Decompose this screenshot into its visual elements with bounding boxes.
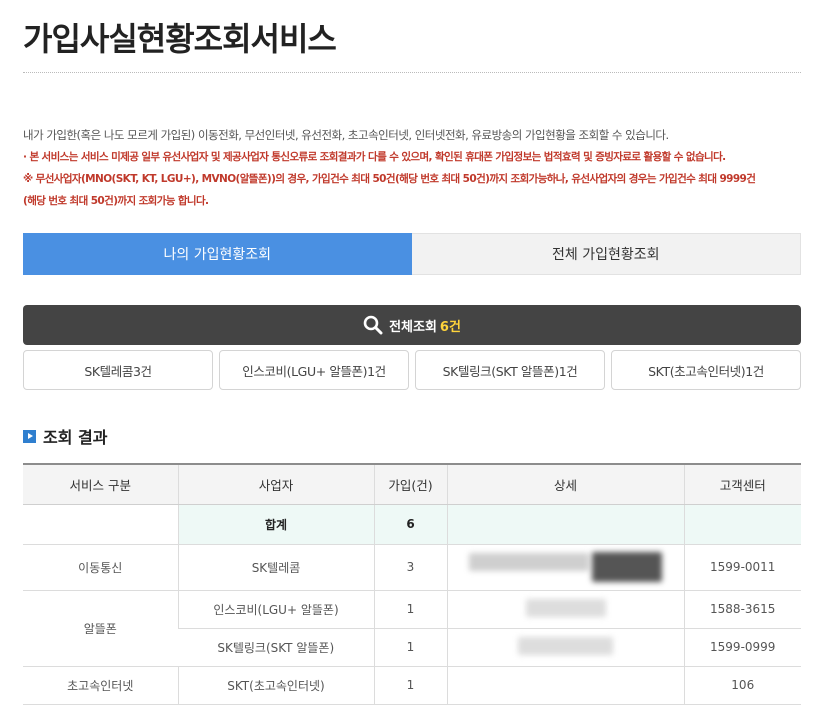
provider-filter-sktelink[interactable]: SK텔링크(SKT 알뜰폰)1건 xyxy=(415,350,605,390)
tab-my-subscriptions[interactable]: 나의 가입현황조회 xyxy=(23,233,412,275)
service-type-cell: 이동통신 xyxy=(23,544,178,591)
total-search-button[interactable]: 전체조회 6건 xyxy=(23,305,801,345)
customer-center-cell: 1599-0011 xyxy=(683,544,801,591)
col-provider: 사업자 xyxy=(177,463,374,505)
results-heading: 조회 결과 xyxy=(23,424,107,448)
count-cell: 3 xyxy=(373,544,447,591)
col-detail: 상세 xyxy=(446,463,684,505)
table-row: 초고속인터넷 SKT(초고속인터넷) 1 106 xyxy=(23,666,801,705)
intro-text: 내가 가입한(혹은 나도 모르게 가입된) 이동전화, 무선인터넷, 유선전화,… xyxy=(23,124,803,212)
detail-cell xyxy=(446,666,684,705)
notice-limit: ※ 무선사업자(MNO(SKT, KT, LGU+), MVNO(알뜰폰))의 … xyxy=(23,173,756,185)
sum-count: 6 xyxy=(373,504,447,545)
sum-label: 합계 xyxy=(177,504,374,545)
total-search-label: 전체조회 xyxy=(389,319,437,335)
col-customer-center: 고객센터 xyxy=(683,463,801,505)
redacted-detail xyxy=(525,598,606,617)
provider-cell: SK텔레콤 xyxy=(177,544,374,591)
table-row: 이동통신 SK텔레콤 3 1599-0011 xyxy=(23,544,801,591)
detail-cell-redacted xyxy=(446,544,684,591)
detail-cell-redacted xyxy=(446,628,684,667)
provider-filter-inscobee[interactable]: 인스코비(LGU+ 알뜰폰)1건 xyxy=(219,350,409,390)
col-count: 가입(건) xyxy=(373,463,447,505)
redacted-detail xyxy=(468,552,589,571)
customer-center-cell: 1588-3615 xyxy=(683,590,801,629)
notice-disclaimer: · 본 서비스는 서비스 미제공 일부 유선사업자 및 제공사업자 통신오류로 … xyxy=(23,151,726,163)
sum-detail-cell xyxy=(446,504,684,545)
redacted-detail xyxy=(518,636,613,655)
redacted-detail xyxy=(592,552,663,582)
results-heading-label: 조회 결과 xyxy=(43,428,108,447)
col-service-type: 서비스 구분 xyxy=(23,463,178,505)
sum-row: 합계 6 xyxy=(23,504,801,545)
service-type-cell: 초고속인터넷 xyxy=(23,666,178,705)
count-cell: 1 xyxy=(373,590,447,629)
detail-cell-redacted xyxy=(446,590,684,629)
search-icon xyxy=(363,315,383,335)
provider-filter-list: SK텔레콤3건 인스코비(LGU+ 알뜰폰)1건 SK텔링크(SKT 알뜰폰)1… xyxy=(23,350,801,390)
provider-filter-skt-broadband[interactable]: SKT(초고속인터넷)1건 xyxy=(611,350,801,390)
table-row: 알뜰폰 인스코비(LGU+ 알뜰폰) 1 1588-3615 xyxy=(23,590,801,667)
sum-blank-cell xyxy=(23,504,178,545)
provider-cell: SKT(초고속인터넷) xyxy=(177,666,374,705)
service-description: 내가 가입한(혹은 나도 모르게 가입된) 이동전화, 무선인터넷, 유선전화,… xyxy=(23,128,669,142)
notice-limit-continued: (해당 번호 최대 50건)까지 조회가능 합니다. xyxy=(23,195,209,207)
customer-center-cell: 106 xyxy=(683,666,801,705)
count-cell: 1 xyxy=(373,628,447,667)
provider-cell: SK텔링크(SKT 알뜰폰) xyxy=(178,628,374,667)
total-count: 6건 xyxy=(439,319,461,335)
table-header-row: 서비스 구분 사업자 가입(건) 상세 고객센터 xyxy=(23,463,801,505)
provider-cell: 인스코비(LGU+ 알뜰폰) xyxy=(177,590,374,629)
sum-center-cell xyxy=(683,504,801,545)
page-title: 가입사실현황조회서비스 xyxy=(23,20,337,58)
section-marker-icon xyxy=(23,429,36,443)
tab-bar: 나의 가입현황조회 전체 가입현황조회 xyxy=(23,233,801,275)
title-divider xyxy=(23,72,801,73)
results-table: 서비스 구분 사업자 가입(건) 상세 고객센터 합계 6 이동통신 SK텔레콤… xyxy=(23,463,801,705)
customer-center-cell: 1599-0999 xyxy=(683,628,801,667)
tab-all-subscriptions[interactable]: 전체 가입현황조회 xyxy=(411,233,801,275)
service-type-cell: 알뜰폰 xyxy=(23,590,178,667)
provider-filter-sktelecom[interactable]: SK텔레콤3건 xyxy=(23,350,213,390)
count-cell: 1 xyxy=(373,666,447,705)
